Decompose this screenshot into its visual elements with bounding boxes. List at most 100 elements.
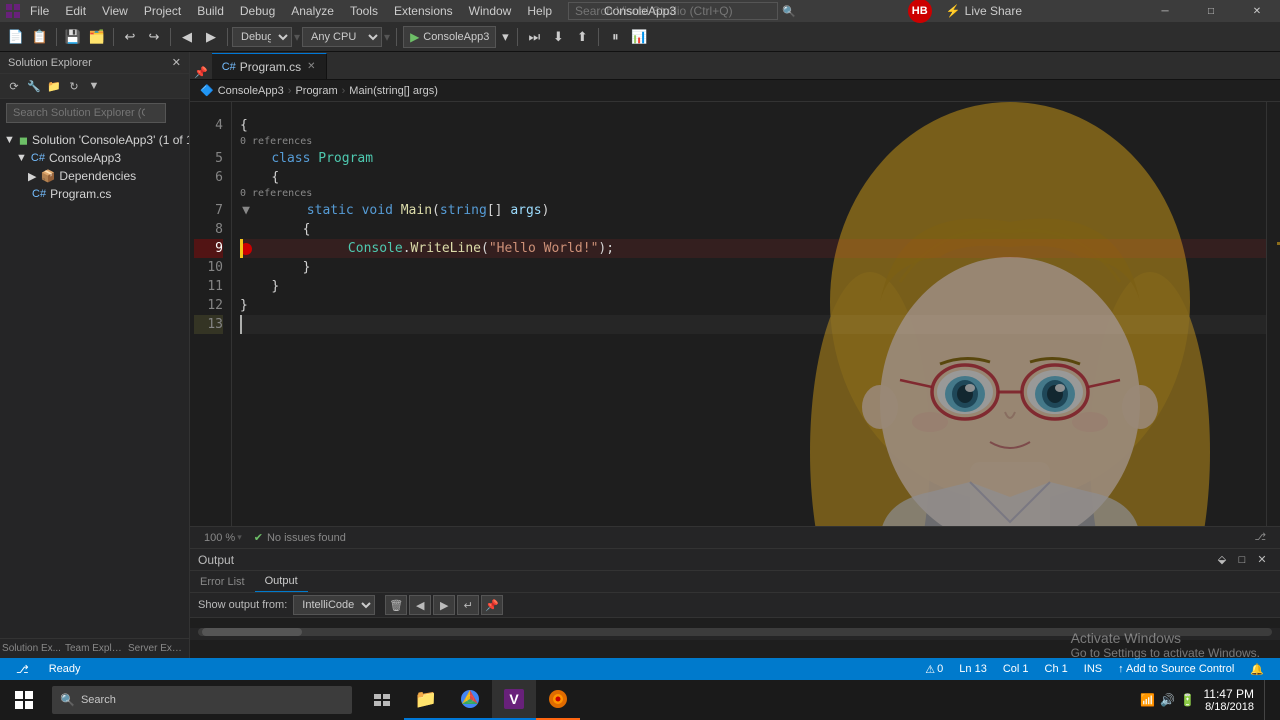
expand-icon: ▼ — [4, 134, 15, 146]
menu-extensions[interactable]: Extensions — [386, 0, 461, 22]
status-source-control[interactable]: ⎇ — [8, 658, 41, 680]
git-icon-area[interactable]: ⎇ — [1248, 532, 1272, 543]
new-project-btn[interactable]: 📄 — [5, 26, 27, 48]
show-desktop-btn[interactable] — [1264, 680, 1272, 720]
minimize-button[interactable]: ─ — [1142, 0, 1188, 22]
close-button[interactable]: ✕ — [1234, 0, 1280, 22]
show-all-files-btn[interactable]: 📁 — [44, 76, 64, 96]
battery-icon[interactable]: 🔋 — [1178, 680, 1198, 720]
output-close-btn[interactable]: ✕ — [1252, 550, 1272, 570]
output-float-btn[interactable]: ⬙ — [1212, 550, 1232, 570]
save-all-btn[interactable]: 🗂️ — [86, 26, 108, 48]
run-button[interactable]: ▶ ConsoleApp3 — [403, 26, 496, 48]
menu-view[interactable]: View — [94, 0, 136, 22]
step-into-btn[interactable]: ⬇ — [547, 26, 569, 48]
cpu-config-combo[interactable]: Any CPU x64 — [302, 27, 382, 47]
code-indent-8 — [240, 220, 303, 239]
sidebar-tab-server[interactable]: Server Explo... — [126, 639, 189, 658]
menu-help[interactable]: Help — [519, 0, 560, 22]
tree-project[interactable]: ▼ C# ConsoleApp3 — [0, 149, 189, 167]
sync-btn[interactable]: ⟳ — [4, 76, 24, 96]
output-next-btn[interactable]: ▶ — [433, 595, 455, 615]
kw-static: static — [307, 201, 354, 220]
clock[interactable]: 11:47 PM 8/18/2018 — [1198, 687, 1260, 713]
zoom-control[interactable]: 100 % ▾ — [198, 532, 248, 544]
performance-btn[interactable]: 📊 — [628, 26, 650, 48]
tree-programcs[interactable]: C# Program.cs — [0, 185, 189, 203]
scrollbar-thumb[interactable] — [202, 628, 302, 636]
status-ch[interactable]: Ch 1 — [1037, 663, 1076, 675]
sidebar-tab-solution[interactable]: Solution Ex... — [0, 639, 63, 658]
status-ready[interactable]: Ready — [41, 658, 89, 680]
bc-method[interactable]: Main(string[] args) — [349, 85, 438, 97]
menu-build[interactable]: Build — [189, 0, 232, 22]
volume-icon[interactable]: 🔊 — [1158, 680, 1178, 720]
status-ln[interactable]: Ln 13 — [951, 663, 995, 675]
output-prev-btn[interactable]: ◀ — [409, 595, 431, 615]
forward-btn[interactable]: ▶ — [200, 26, 222, 48]
step-out-btn[interactable]: ⬆ — [571, 26, 593, 48]
undo-btn[interactable]: ↩ — [119, 26, 141, 48]
maximize-button[interactable]: □ — [1188, 0, 1234, 22]
sidebar-close-btn[interactable]: ✕ — [172, 56, 181, 69]
search-icon[interactable]: 🔍 — [782, 5, 796, 18]
code-content[interactable]: { 0 references class Program { 0 referen… — [232, 102, 1280, 526]
h-scrollbar[interactable] — [190, 628, 1280, 640]
step-over-btn[interactable]: ⏭ — [523, 26, 545, 48]
avatar[interactable]: HB — [908, 0, 932, 23]
output-source-select[interactable]: IntelliCode Build Debug — [293, 595, 375, 615]
taskbar-explorer[interactable]: 📁 — [404, 680, 448, 720]
menu-edit[interactable]: Edit — [57, 0, 94, 22]
menu-project[interactable]: Project — [136, 0, 189, 22]
code-line-6: { — [240, 168, 1280, 187]
bc-namespace[interactable]: Program — [295, 85, 337, 97]
start-button[interactable] — [0, 680, 48, 720]
output-maximize-btn[interactable]: □ — [1232, 550, 1252, 570]
taskbar-vs[interactable]: V — [492, 680, 536, 720]
right-scrollbar[interactable] — [1266, 102, 1280, 526]
refresh-btn[interactable]: ↻ — [64, 76, 84, 96]
code-line-13[interactable] — [240, 315, 1280, 334]
menu-file[interactable]: File — [22, 0, 57, 22]
menu-tools[interactable]: Tools — [342, 0, 386, 22]
back-btn[interactable]: ◀ — [176, 26, 198, 48]
redo-btn[interactable]: ↪ — [143, 26, 165, 48]
issues-indicator[interactable]: ✔ No issues found — [248, 531, 352, 544]
tree-solution[interactable]: ▼ ◼ Solution 'ConsoleApp3' (1 of 1 proje… — [0, 131, 189, 149]
tb-run-dropdown[interactable]: ▾ — [498, 26, 512, 48]
status-notifications[interactable]: 🔔 — [1242, 663, 1272, 676]
status-col[interactable]: Col 1 — [995, 663, 1037, 675]
menu-debug[interactable]: Debug — [232, 0, 283, 22]
debug-config-combo[interactable]: Debug Release — [232, 27, 292, 47]
tab-programcs-close[interactable]: ✕ — [307, 61, 315, 72]
solution-explorer-search[interactable] — [6, 103, 166, 123]
collapse-all-btn[interactable]: ▼ — [84, 76, 104, 96]
code-line-5: class Program — [240, 149, 1280, 168]
status-errors[interactable]: ⚠ 0 — [917, 663, 951, 676]
output-wrap-btn[interactable]: ↵ — [457, 595, 479, 615]
taskbar-search[interactable]: 🔍 Search — [52, 686, 352, 714]
live-share-button[interactable]: ⚡ Live Share — [938, 4, 1030, 18]
status-ins[interactable]: INS — [1076, 663, 1110, 675]
output-clear-btn[interactable]: 🗑 — [385, 595, 407, 615]
taskbar-firefox[interactable] — [536, 680, 580, 720]
tab-error-list[interactable]: Error List — [190, 571, 255, 592]
taskview-button[interactable] — [360, 680, 404, 720]
sidebar-tab-team[interactable]: Team Explo... — [63, 639, 126, 658]
add-item-btn[interactable]: 📋 — [29, 26, 51, 48]
tab-output[interactable]: Output — [255, 571, 308, 592]
collapse-arrow-7[interactable]: ▼ — [240, 201, 252, 220]
breakpoints-btn[interactable]: ⏸ — [604, 26, 626, 48]
status-add-source-control[interactable]: ↑ Add to Source Control — [1110, 663, 1242, 675]
save-btn[interactable]: 💾 — [62, 26, 84, 48]
network-icon[interactable]: 📶 — [1138, 680, 1158, 720]
tab-programcs[interactable]: C# Program.cs ✕ — [212, 53, 327, 79]
bc-project[interactable]: ConsoleApp3 — [218, 85, 284, 97]
output-pin-btn[interactable]: 📌 — [481, 595, 503, 615]
tree-dependencies[interactable]: ▶ 📦 Dependencies — [0, 167, 189, 185]
taskbar-chrome[interactable] — [448, 680, 492, 720]
menu-analyze[interactable]: Analyze — [283, 0, 342, 22]
properties-btn[interactable]: 🔧 — [24, 76, 44, 96]
menu-window[interactable]: Window — [461, 0, 520, 22]
taskview-icon — [374, 694, 390, 706]
